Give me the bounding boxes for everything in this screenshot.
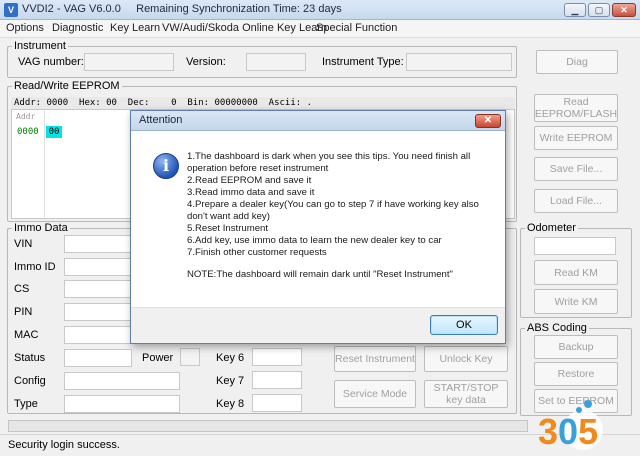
ok-button[interactable]: OK: [430, 315, 498, 335]
mac-label: MAC: [14, 329, 39, 341]
window-title: VVDI2 - VAG V6.0.0 Remaining Synchroniza…: [22, 3, 342, 15]
watermark-dot: [576, 407, 582, 413]
message-line: 3.Read immo data and save it: [187, 187, 315, 198]
cs-label: CS: [14, 283, 30, 295]
config-field[interactable]: [64, 372, 180, 390]
key6-field[interactable]: [252, 348, 302, 366]
grid-addr-header: Addr: [16, 112, 36, 121]
pin-label: PIN: [14, 306, 33, 318]
key8-field[interactable]: [252, 394, 302, 412]
key6-label: Key 6: [216, 352, 245, 364]
status-message: Security login success.: [8, 439, 120, 451]
instrument-type-label: Instrument Type:: [322, 56, 404, 68]
watermark-text: 305: [538, 411, 598, 452]
type-field[interactable]: [64, 395, 180, 413]
dialog-title-bar: Attention ✕: [131, 111, 505, 131]
info-icon: i: [153, 153, 179, 179]
instrument-legend: Instrument: [14, 40, 66, 52]
menu-bar: Options Diagnostic Key Learn VW/Audi/Sko…: [0, 20, 640, 38]
maximize-button[interactable]: ▢: [588, 3, 610, 17]
key7-label: Key 7: [216, 375, 245, 387]
read-km-button[interactable]: Read KM: [534, 260, 618, 285]
message-line: 2.Read EEPROM and save it: [187, 175, 312, 186]
grid-first-address: 0000: [17, 127, 39, 137]
message-line: operation before reset instrument: [187, 163, 329, 174]
vag-number-field[interactable]: [84, 53, 174, 71]
write-eeprom-button[interactable]: Write EEPROM: [534, 126, 618, 150]
start-stop-key-data-button[interactable]: START/STOP key data: [424, 380, 508, 408]
config-label: Config: [14, 375, 46, 387]
write-km-button[interactable]: Write KM: [534, 289, 618, 314]
dialog-note: NOTE:The dashboard will remain dark unti…: [187, 269, 453, 280]
unlock-key-button[interactable]: Unlock Key: [424, 346, 508, 372]
sync-time: Remaining Synchronization Time: 23 days: [136, 3, 342, 15]
menu-diagnostic[interactable]: Diagnostic: [52, 22, 103, 34]
save-file-button[interactable]: Save File...: [534, 157, 618, 181]
immo-legend: Immo Data: [14, 222, 68, 234]
app-title: VVDI2 - VAG V6.0.0: [22, 3, 121, 15]
message-line: 5.Reset Instrument: [187, 223, 269, 234]
read-eeprom-button[interactable]: Read EEPROM/FLASH: [534, 94, 618, 122]
message-line: 1.The dashboard is dark when you see thi…: [187, 151, 471, 162]
message-line: 4.Prepare a dealer key(You can go to ste…: [187, 199, 479, 210]
immo-id-label: Immo ID: [14, 261, 56, 273]
minimize-button[interactable]: ▁: [564, 3, 586, 17]
menu-key-learn[interactable]: Key Learn: [110, 22, 160, 34]
reset-instrument-button[interactable]: Reset Instrument: [334, 346, 416, 372]
menu-options[interactable]: Options: [6, 22, 44, 34]
vin-label: VIN: [14, 238, 33, 250]
key8-label: Key 8: [216, 398, 245, 410]
message-line: 6.Add key, use immo data to learn the ne…: [187, 235, 442, 246]
message-line: 7.Finish other customer requests: [187, 247, 327, 258]
load-file-button[interactable]: Load File...: [534, 189, 618, 213]
abs-legend: ABS Coding: [527, 322, 587, 334]
service-mode-button[interactable]: Service Mode: [334, 380, 416, 408]
status-label: Status: [14, 352, 46, 364]
app-icon: V: [4, 3, 18, 17]
menu-special-function[interactable]: Special Function: [316, 22, 397, 34]
power-field[interactable]: [180, 348, 200, 366]
version-label: Version:: [186, 56, 226, 68]
dialog-message: 1.The dashboard is dark when you see thi…: [187, 151, 487, 259]
attention-dialog: Attention ✕ i 1.The dashboard is dark wh…: [130, 110, 506, 344]
watermark-logo: 305: [538, 400, 603, 452]
power-label: Power: [142, 352, 174, 364]
restore-button[interactable]: Restore: [534, 362, 618, 386]
key7-field[interactable]: [252, 371, 302, 389]
progress-bar: [8, 420, 528, 432]
odometer-field[interactable]: [534, 237, 616, 255]
vag-number-label: VAG number:: [18, 56, 84, 68]
eeprom-legend: Read/Write EEPROM: [14, 80, 120, 92]
version-field[interactable]: [246, 53, 306, 71]
menu-online-key-learn[interactable]: VW/Audi/Skoda Online Key Learn: [162, 22, 327, 34]
message-line: don't want add key): [187, 211, 270, 222]
diag-button[interactable]: Diag: [536, 50, 618, 74]
grid-selected-cell[interactable]: 00: [46, 126, 62, 138]
odometer-legend: Odometer: [527, 222, 576, 234]
status-field[interactable]: [64, 349, 132, 367]
title-bar: V VVDI2 - VAG V6.0.0 Remaining Synchroni…: [0, 0, 640, 20]
instrument-type-field[interactable]: [406, 53, 512, 71]
backup-button[interactable]: Backup: [534, 335, 618, 359]
eeprom-address-bar: Addr: 0000 Hex: 00 Dec: 0 Bin: 00000000 …: [11, 97, 515, 109]
dialog-title: Attention: [139, 114, 183, 126]
close-button[interactable]: ✕: [612, 3, 636, 17]
dialog-close-button[interactable]: ✕: [475, 114, 501, 128]
type-label: Type: [14, 398, 38, 410]
watermark-dot: [584, 400, 592, 408]
grid-column-divider: [44, 110, 45, 218]
